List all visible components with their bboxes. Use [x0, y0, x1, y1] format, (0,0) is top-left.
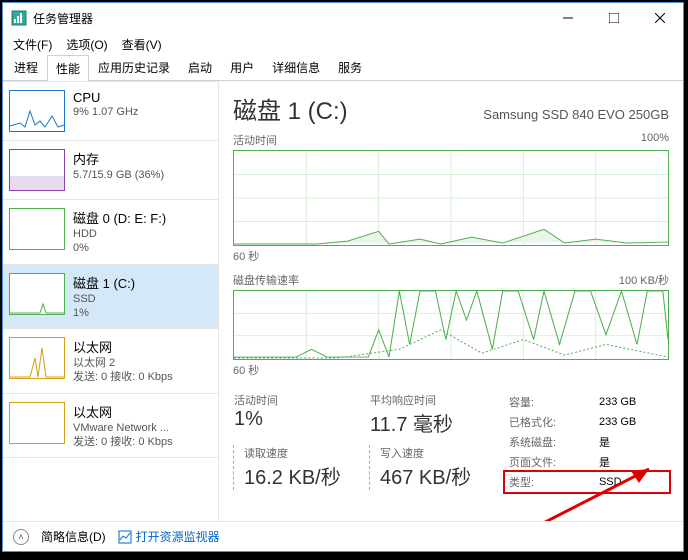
stat-response-value: 11.7 毫秒 — [370, 408, 505, 437]
sidebar-disk0-sub2: 0% — [73, 241, 212, 255]
sidebar-eth1-sub1: 以太网 2 — [73, 356, 212, 370]
page-title: 磁盘 1 (C:) — [233, 91, 348, 126]
prop-type-value: SSD — [595, 472, 669, 492]
sidebar[interactable]: CPU 9% 1.07 GHz 内存 5.7/15.9 GB (36%) 磁盘 … — [3, 81, 219, 521]
footer: ˄ 简略信息(D) 打开资源监视器 — [3, 521, 683, 551]
sidebar-disk0-sub1: HDD — [73, 227, 212, 241]
activity-chart[interactable] — [233, 150, 669, 246]
prop-pagefile-value: 是 — [595, 452, 669, 472]
resource-monitor-link[interactable]: 打开资源监视器 — [118, 528, 220, 545]
eth2-thumb — [9, 402, 65, 444]
sidebar-item-eth2[interactable]: 以太网 VMware Network ... 发送: 0 接收: 0 Kbps — [3, 394, 218, 459]
transfer-chart[interactable] — [233, 290, 669, 360]
menu-view[interactable]: 查看(V) — [116, 34, 168, 55]
menubar: 文件(F) 选项(O) 查看(V) — [3, 33, 683, 55]
stat-active-label: 活动时间 — [234, 392, 369, 408]
stats: 活动时间 1% 平均响应时间 11.7 毫秒 读取速度 16.2 KB/秒 写入… — [233, 392, 669, 498]
sidebar-disk1-title: 磁盘 1 (C:) — [73, 273, 212, 292]
sidebar-eth2-sub1: VMware Network ... — [73, 421, 212, 435]
disk0-thumb — [9, 208, 65, 250]
window-title: 任务管理器 — [33, 10, 545, 27]
main-panel: 磁盘 1 (C:) Samsung SSD 840 EVO 250GB 活动时间… — [219, 81, 683, 521]
page-subtitle: Samsung SSD 840 EVO 250GB — [483, 107, 669, 122]
sidebar-item-disk0[interactable]: 磁盘 0 (D: E: F:) HDD 0% — [3, 200, 218, 265]
prop-type-label: 类型: — [505, 472, 595, 492]
app-icon — [11, 10, 27, 26]
tab-processes[interactable]: 进程 — [5, 54, 47, 80]
cpu-thumb — [9, 90, 65, 132]
sidebar-item-disk1[interactable]: 磁盘 1 (C:) SSD 1% — [3, 265, 218, 330]
tab-performance[interactable]: 性能 — [47, 55, 89, 81]
brief-info-link[interactable]: 简略信息(D) — [41, 528, 106, 545]
stat-read-value: 16.2 KB/秒 — [244, 461, 369, 490]
properties-table: 容量:233 GB 已格式化:233 GB 系统磁盘:是 页面文件:是 类型:S… — [505, 392, 669, 498]
window-controls — [545, 3, 683, 33]
tab-startup[interactable]: 启动 — [179, 54, 221, 80]
sidebar-eth2-title: 以太网 — [73, 402, 212, 421]
maximize-button[interactable] — [591, 3, 637, 33]
chart1-label-right: 100% — [641, 132, 669, 148]
sidebar-cpu-sub: 9% 1.07 GHz — [73, 105, 212, 119]
chart1-bottom: 60 秒 — [233, 248, 669, 264]
sidebar-item-cpu[interactable]: CPU 9% 1.07 GHz — [3, 82, 218, 141]
chart2-bottom: 60 秒 — [233, 362, 669, 378]
stat-write-label: 写入速度 — [380, 445, 505, 461]
chevron-up-icon[interactable]: ˄ — [13, 529, 29, 545]
chart2-label-right: 100 KB/秒 — [619, 272, 669, 288]
stat-active-value: 1% — [234, 408, 369, 431]
tab-details[interactable]: 详细信息 — [263, 54, 329, 80]
memory-thumb — [9, 149, 65, 191]
sidebar-disk0-title: 磁盘 0 (D: E: F:) — [73, 208, 212, 227]
tab-users[interactable]: 用户 — [221, 54, 263, 80]
sidebar-item-eth1[interactable]: 以太网 以太网 2 发送: 0 接收: 0 Kbps — [3, 329, 218, 394]
prop-formatted-label: 已格式化: — [505, 412, 595, 432]
minimize-button[interactable] — [545, 3, 591, 33]
close-icon — [655, 13, 665, 23]
sidebar-disk1-sub2: 1% — [73, 306, 212, 320]
resmon-label: 打开资源监视器 — [136, 528, 220, 545]
stat-write-value: 467 KB/秒 — [380, 461, 505, 490]
sidebar-eth2-sub2: 发送: 0 接收: 0 Kbps — [73, 435, 212, 449]
menu-file[interactable]: 文件(F) — [7, 34, 58, 55]
disk1-thumb — [9, 273, 65, 315]
titlebar[interactable]: 任务管理器 — [3, 3, 683, 33]
content: CPU 9% 1.07 GHz 内存 5.7/15.9 GB (36%) 磁盘 … — [3, 81, 683, 521]
minimize-icon — [563, 13, 573, 23]
resmon-icon — [118, 530, 132, 544]
prop-capacity-label: 容量: — [505, 392, 595, 412]
sidebar-cpu-title: CPU — [73, 90, 212, 105]
chart1-label-left: 活动时间 — [233, 132, 277, 148]
tab-services[interactable]: 服务 — [329, 54, 371, 80]
maximize-icon — [609, 13, 619, 23]
stat-read-label: 读取速度 — [244, 445, 369, 461]
sidebar-memory-title: 内存 — [73, 149, 212, 168]
prop-capacity-value: 233 GB — [595, 392, 669, 412]
tabbar: 进程 性能 应用历史记录 启动 用户 详细信息 服务 — [3, 55, 683, 81]
sidebar-memory-sub: 5.7/15.9 GB (36%) — [73, 168, 212, 182]
sidebar-eth1-title: 以太网 — [73, 337, 212, 356]
menu-options[interactable]: 选项(O) — [60, 34, 113, 55]
chart2-label-left: 磁盘传输速率 — [233, 272, 299, 288]
eth1-thumb — [9, 337, 65, 379]
sidebar-item-memory[interactable]: 内存 5.7/15.9 GB (36%) — [3, 141, 218, 200]
prop-formatted-value: 233 GB — [595, 412, 669, 432]
tab-app-history[interactable]: 应用历史记录 — [89, 54, 179, 80]
stat-response-label: 平均响应时间 — [370, 392, 505, 408]
prop-sysdisk-value: 是 — [595, 432, 669, 452]
prop-pagefile-label: 页面文件: — [505, 452, 595, 472]
sidebar-eth1-sub2: 发送: 0 接收: 0 Kbps — [73, 370, 212, 384]
task-manager-window: 任务管理器 文件(F) 选项(O) 查看(V) 进程 性能 应用历史记录 启动 … — [2, 2, 684, 552]
prop-sysdisk-label: 系统磁盘: — [505, 432, 595, 452]
close-button[interactable] — [637, 3, 683, 33]
sidebar-disk1-sub1: SSD — [73, 292, 212, 306]
